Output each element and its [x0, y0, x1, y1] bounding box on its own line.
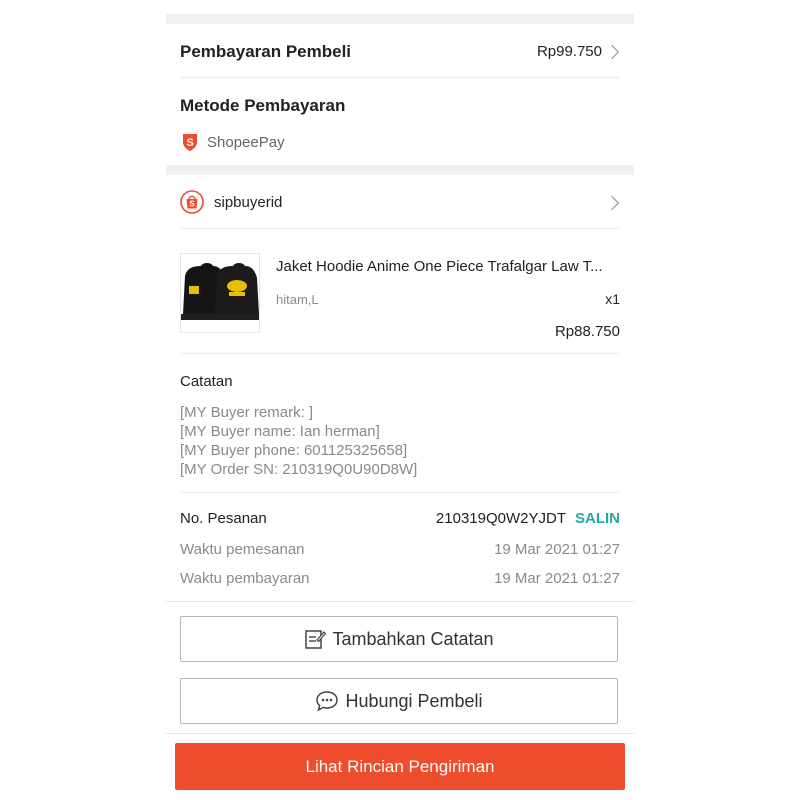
order-time-label: Waktu pemesanan	[180, 541, 305, 558]
notes-line: [MY Buyer remark: ]	[180, 404, 314, 421]
add-note-label: Tambahkan Catatan	[332, 628, 494, 649]
view-shipping-details-label: Lihat Rincian Pengiriman	[305, 756, 495, 776]
product-quantity: x1	[605, 291, 620, 307]
product-thumbnail	[180, 253, 260, 333]
view-shipping-details-button[interactable]: Lihat Rincian Pengiriman	[175, 743, 625, 790]
notes-line: [MY Buyer name: Ian herman]	[180, 423, 380, 440]
buyer-username: sipbuyerid	[214, 194, 283, 211]
buyer-payment-row[interactable]: Pembayaran Pembeli Rp99.750	[180, 24, 620, 77]
section-gap	[166, 601, 634, 602]
notes-text: [MY Buyer remark: ] [MY Buyer name: Ian …	[180, 403, 417, 479]
payment-method-title: Metode Pembayaran	[180, 96, 346, 115]
section-gap	[166, 733, 634, 734]
chevron-right-icon	[604, 44, 620, 60]
notes-section: Catatan [MY Buyer remark: ] [MY Buyer na…	[180, 354, 620, 492]
product-variant: hitam,L	[276, 292, 319, 307]
notes-title: Catatan	[180, 373, 233, 390]
svg-text:S: S	[186, 137, 193, 149]
chevron-right-icon	[604, 195, 620, 211]
order-detail-panel: Pembayaran Pembeli Rp99.750 Metode Pemba…	[166, 0, 634, 800]
buyer-row[interactable]: S sipbuyerid	[180, 176, 620, 228]
notes-line: [MY Buyer phone: 601125325658]	[180, 442, 408, 459]
svg-text:S: S	[189, 200, 195, 209]
order-info-section: No. Pesanan 210319Q0W2YJDT SALIN Waktu p…	[180, 493, 620, 601]
contact-buyer-label: Hubungi Pembeli	[345, 690, 483, 711]
payment-time-label: Waktu pembayaran	[180, 570, 310, 587]
edit-note-icon	[305, 630, 327, 649]
chat-bubble-icon	[316, 691, 339, 712]
shopeepay-icon: S	[180, 132, 200, 152]
buyer-payment-amount: Rp99.750	[536, 43, 602, 60]
section-gap	[166, 165, 634, 175]
shopee-bag-icon: S	[180, 190, 204, 214]
contact-buyer-button[interactable]: Hubungi Pembeli	[180, 678, 618, 724]
product-item[interactable]: Jaket Hoodie Anime One Piece Trafalgar L…	[180, 229, 620, 353]
copy-order-button[interactable]: SALIN	[575, 510, 620, 527]
section-gap	[166, 14, 634, 24]
notes-line: [MY Order SN: 210319Q0U90D8W]	[180, 461, 418, 478]
order-time-value: 19 Mar 2021 01:27	[494, 541, 620, 558]
order-number-label: No. Pesanan	[180, 510, 267, 527]
product-price: Rp88.750	[554, 323, 620, 340]
product-title: Jaket Hoodie Anime One Piece Trafalgar L…	[276, 258, 603, 275]
payment-time-value: 19 Mar 2021 01:27	[494, 570, 620, 587]
payment-method-name: ShopeePay	[207, 134, 285, 151]
buyer-payment-label: Pembayaran Pembeli	[180, 42, 352, 61]
order-number-value: 210319Q0W2YJDT	[435, 510, 566, 527]
payment-method-section: Metode Pembayaran S ShopeePay	[180, 78, 620, 164]
add-note-button[interactable]: Tambahkan Catatan	[180, 616, 618, 662]
